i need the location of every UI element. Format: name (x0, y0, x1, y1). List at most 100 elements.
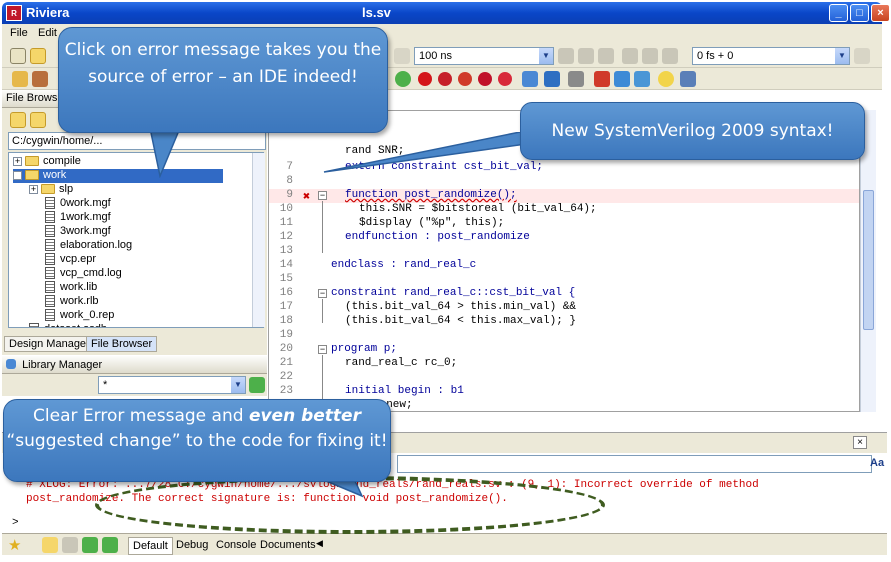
fold-icon[interactable]: − (318, 191, 327, 200)
tree-item[interactable]: + slp (29, 183, 73, 197)
code-text: endclass : rand_real_c (331, 259, 477, 271)
new-folder-icon[interactable] (30, 112, 46, 128)
file-icon (45, 239, 55, 252)
runner-icon[interactable] (854, 48, 870, 64)
tab-default[interactable]: Default (128, 537, 173, 555)
star-icon[interactable]: ★ (8, 536, 21, 554)
breakpoint-red-2-icon[interactable] (438, 72, 452, 86)
tree-item-label: work.lib (60, 281, 98, 293)
list-icon[interactable] (614, 71, 630, 87)
tab-file-browser[interactable]: File Browser (86, 336, 158, 352)
tab-scroll-icon[interactable]: ◀ (316, 538, 323, 549)
tree-item[interactable]: + compile (13, 155, 81, 169)
breakpoint-red-icon[interactable] (418, 72, 432, 86)
tree-item[interactable]: work.rlb (45, 295, 99, 309)
code-line: 12 endfunction : post_randomize (269, 231, 859, 245)
stop-icon[interactable] (598, 48, 614, 64)
compile-icon[interactable] (12, 71, 28, 87)
match-case-button[interactable]: Aa (870, 457, 884, 469)
step-into-icon[interactable] (622, 48, 638, 64)
tree-scrollbar[interactable] (252, 153, 265, 327)
tree-item[interactable]: dataset.asdb (29, 323, 107, 327)
editor-scroll-thumb[interactable] (863, 190, 874, 330)
expander-icon[interactable]: - (13, 170, 22, 180)
console-prompt[interactable]: > (12, 517, 19, 529)
library-filter-combo[interactable]: * ▼ (98, 376, 246, 394)
tab-debug[interactable]: Debug (172, 537, 212, 553)
tab-console[interactable]: Console (212, 537, 260, 553)
open-folder-icon[interactable] (30, 48, 46, 64)
tree-item[interactable]: elaboration.log (45, 239, 132, 253)
fold-guide (322, 299, 323, 323)
code-line: 13 (269, 245, 859, 259)
signal-icon[interactable] (544, 71, 560, 87)
title-bar: R Riviera ls.sv _ □ × (2, 2, 890, 24)
breakpoint-red-5-icon[interactable] (498, 72, 512, 86)
fold-icon[interactable]: − (318, 289, 327, 298)
code-text: initial begin : b1 (345, 385, 464, 397)
run-time-combo[interactable]: 100 ns ▼ (414, 47, 554, 65)
folder-icon (41, 184, 55, 195)
menu-file[interactable]: File (10, 27, 28, 39)
file-icon (45, 225, 55, 238)
lightbulb-icon[interactable] (658, 71, 674, 87)
probe-icon[interactable] (568, 71, 584, 87)
minimize-button[interactable]: _ (829, 4, 848, 22)
path-input[interactable]: C:/cygwin/home/... (8, 132, 266, 150)
step-out-icon[interactable] (662, 48, 678, 64)
folder-up-icon[interactable] (10, 112, 26, 128)
tree-item[interactable]: work.lib (45, 281, 97, 295)
memory-icon[interactable] (594, 71, 610, 87)
panel-tabs: Design Manager File Browser (2, 334, 267, 354)
wave-icon[interactable] (522, 71, 538, 87)
breakpoint-red-3-icon[interactable] (458, 72, 472, 86)
tree-item[interactable]: vcp.epr (45, 253, 96, 267)
new-tab-icon[interactable] (42, 537, 58, 553)
error-icon[interactable]: ✖ (303, 189, 310, 204)
line-number: 22 (279, 371, 293, 383)
expander-icon[interactable]: + (29, 184, 38, 194)
tree-item[interactable]: 3work.mgf (45, 225, 111, 239)
step-icon[interactable] (558, 48, 574, 64)
trace-icon[interactable] (634, 71, 650, 87)
go-icon[interactable] (395, 71, 411, 87)
menu-edit[interactable]: Edit (38, 27, 57, 39)
next-tab-icon[interactable] (102, 537, 118, 553)
chevron-down-icon[interactable]: ▼ (835, 48, 849, 64)
library-manager-panel: Library Manager * ▼ (2, 356, 267, 396)
code-line: 23 initial begin : b1 (269, 385, 859, 399)
expander-icon[interactable]: + (13, 156, 22, 166)
chevron-down-icon[interactable]: ▼ (231, 377, 245, 393)
rewind-icon[interactable] (578, 48, 594, 64)
tree-item[interactable]: 0work.mgf (45, 197, 111, 211)
fold-icon[interactable]: − (318, 345, 327, 354)
close-console-icon[interactable]: × (853, 436, 867, 449)
run-icon[interactable] (394, 48, 410, 64)
close-button[interactable]: × (871, 4, 890, 22)
prev-tab-icon[interactable] (82, 537, 98, 553)
maximize-button[interactable]: □ (850, 4, 869, 22)
callout-error-text-1: Clear Error message and (33, 406, 249, 426)
refresh-icon[interactable] (249, 377, 265, 393)
line-number: 10 (279, 203, 293, 215)
step-over-icon[interactable] (642, 48, 658, 64)
sim-time-combo[interactable]: 0 fs + 0 ▼ (692, 47, 850, 65)
library-icon[interactable] (32, 71, 48, 87)
tab-documents[interactable]: Documents (256, 537, 320, 553)
console-search-input[interactable] (397, 455, 872, 473)
close-tab-icon[interactable] (62, 537, 78, 553)
chevron-down-icon[interactable]: ▼ (539, 48, 553, 64)
tree-item[interactable]: work_0.rep (45, 309, 114, 323)
file-icon (45, 309, 55, 322)
code-line: 19 (269, 329, 859, 343)
tab-design-manager[interactable]: Design Manager (4, 336, 95, 352)
path-value: C:/cygwin/home/... (12, 135, 103, 147)
tree-item[interactable]: 1work.mgf (45, 211, 111, 225)
breakpoint-red-4-icon[interactable] (478, 72, 492, 86)
settings-icon[interactable] (680, 71, 696, 87)
tree-item[interactable]: vcp_cmd.log (45, 267, 122, 281)
new-file-icon[interactable] (10, 48, 26, 64)
callout-error-text-2: “suggested change” to the code for fixin… (6, 431, 388, 451)
library-manager-header: Library Manager (2, 356, 267, 374)
code-line: 9 ✖ function post_randomize(); (269, 189, 859, 204)
